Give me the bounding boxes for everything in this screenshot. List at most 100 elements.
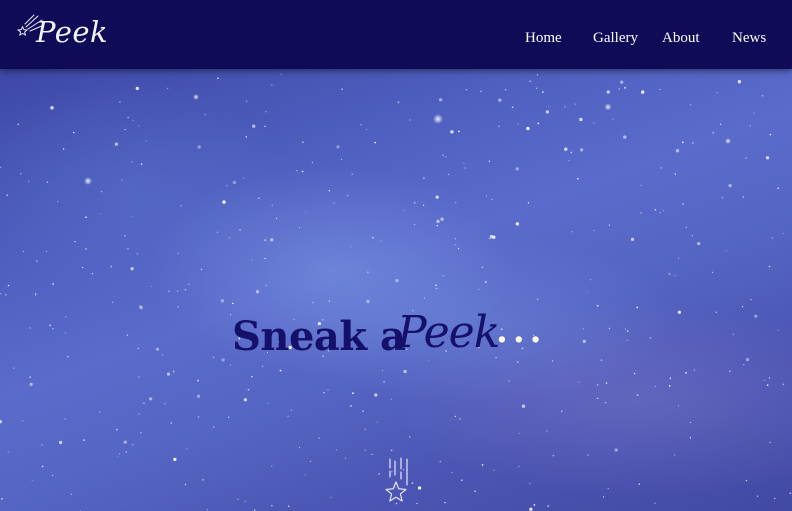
star-dot bbox=[771, 236, 774, 239]
star-dot bbox=[436, 225, 438, 227]
star-dot bbox=[206, 508, 208, 510]
star-dot bbox=[590, 279, 592, 281]
star-dot bbox=[91, 273, 94, 275]
star-dot bbox=[764, 379, 766, 381]
star-dot bbox=[372, 236, 374, 239]
star-dot bbox=[690, 104, 692, 106]
star-dot bbox=[202, 479, 204, 481]
star-dot bbox=[450, 130, 454, 134]
star-dot bbox=[533, 504, 536, 506]
star-dot bbox=[457, 247, 460, 250]
star-dot bbox=[515, 222, 520, 226]
star-dot bbox=[383, 381, 385, 383]
star-dot bbox=[100, 191, 103, 193]
star-dot bbox=[301, 170, 304, 173]
star-dot bbox=[596, 304, 599, 307]
star-dot bbox=[460, 479, 463, 482]
nav-about[interactable]: About bbox=[662, 28, 700, 48]
star-dot bbox=[439, 460, 442, 463]
star-dot bbox=[564, 106, 566, 108]
star-dot bbox=[336, 449, 338, 451]
star-dot bbox=[789, 492, 792, 495]
star-dot bbox=[116, 455, 119, 457]
star-dot bbox=[49, 324, 52, 327]
star-dot bbox=[34, 292, 37, 295]
nav-gallery[interactable]: Gallery bbox=[593, 28, 638, 48]
star-dot bbox=[440, 217, 444, 221]
star-dot bbox=[114, 142, 119, 146]
star-dot bbox=[52, 474, 54, 477]
star-dot bbox=[564, 147, 568, 151]
star-dot bbox=[447, 173, 450, 176]
star-dot bbox=[64, 418, 67, 420]
star-dot bbox=[390, 449, 393, 452]
star-dot bbox=[155, 347, 160, 351]
star-dot bbox=[100, 213, 102, 215]
star-dot bbox=[265, 111, 267, 113]
star-dot bbox=[451, 472, 453, 474]
star-dot bbox=[669, 377, 672, 379]
scroll-down-button[interactable] bbox=[380, 455, 416, 509]
star-dot bbox=[571, 231, 573, 233]
star-dot bbox=[239, 228, 241, 231]
star-dot bbox=[636, 306, 639, 309]
star-dot bbox=[633, 372, 636, 375]
star-dot bbox=[52, 328, 54, 330]
star-dot bbox=[668, 385, 671, 387]
star-dot bbox=[143, 402, 145, 405]
star-dot bbox=[140, 431, 142, 434]
nav-home[interactable]: Home bbox=[525, 28, 562, 48]
star-dot bbox=[578, 381, 580, 383]
star-dot bbox=[716, 92, 718, 94]
star-dot bbox=[579, 148, 584, 152]
star-dot bbox=[474, 490, 476, 493]
star-dot bbox=[492, 235, 496, 239]
star-dot bbox=[305, 212, 307, 214]
star-dot bbox=[586, 290, 588, 292]
star-dot bbox=[29, 376, 31, 378]
star-dot bbox=[364, 449, 366, 451]
star-dot bbox=[689, 437, 692, 439]
star-dot bbox=[200, 268, 203, 271]
star-dot bbox=[511, 106, 514, 109]
star-dot bbox=[170, 422, 173, 424]
star-dot bbox=[504, 88, 507, 91]
star-dot bbox=[612, 118, 614, 120]
star-dot bbox=[280, 73, 282, 75]
star-dot bbox=[371, 453, 373, 455]
star-dot bbox=[264, 239, 267, 242]
star-dot bbox=[547, 505, 550, 507]
star-dot bbox=[749, 125, 751, 127]
star-dot bbox=[257, 197, 260, 200]
star-dot bbox=[445, 156, 447, 158]
star-dot bbox=[769, 441, 771, 444]
star-dot bbox=[403, 210, 405, 212]
star-dot bbox=[229, 364, 232, 366]
star-dot bbox=[641, 90, 645, 94]
star-dot bbox=[81, 266, 84, 269]
star-dot bbox=[597, 397, 599, 400]
star-dot bbox=[251, 259, 253, 261]
logo-link[interactable]: Peek bbox=[14, 4, 108, 56]
star-dot bbox=[593, 229, 595, 232]
star-dot bbox=[70, 493, 72, 495]
star-dot bbox=[161, 354, 164, 356]
star-dot bbox=[659, 212, 661, 214]
headline-plain-text: Sneak a bbox=[232, 313, 406, 360]
star-dot bbox=[270, 238, 274, 242]
star-dot bbox=[222, 200, 226, 204]
star-dot bbox=[745, 357, 750, 362]
star-dot bbox=[27, 180, 30, 182]
star-dot bbox=[252, 124, 256, 128]
star-dot bbox=[570, 151, 573, 154]
star-dot bbox=[119, 101, 121, 103]
headline-script-text: Peek bbox=[397, 307, 500, 358]
nav-news[interactable]: News bbox=[732, 28, 766, 48]
star-dot bbox=[593, 122, 595, 124]
star-dot bbox=[172, 370, 175, 373]
star-dot bbox=[529, 482, 531, 485]
star-dot bbox=[481, 464, 484, 466]
star-dot bbox=[212, 356, 215, 359]
star-dot bbox=[768, 377, 771, 379]
star-dot bbox=[245, 135, 248, 138]
